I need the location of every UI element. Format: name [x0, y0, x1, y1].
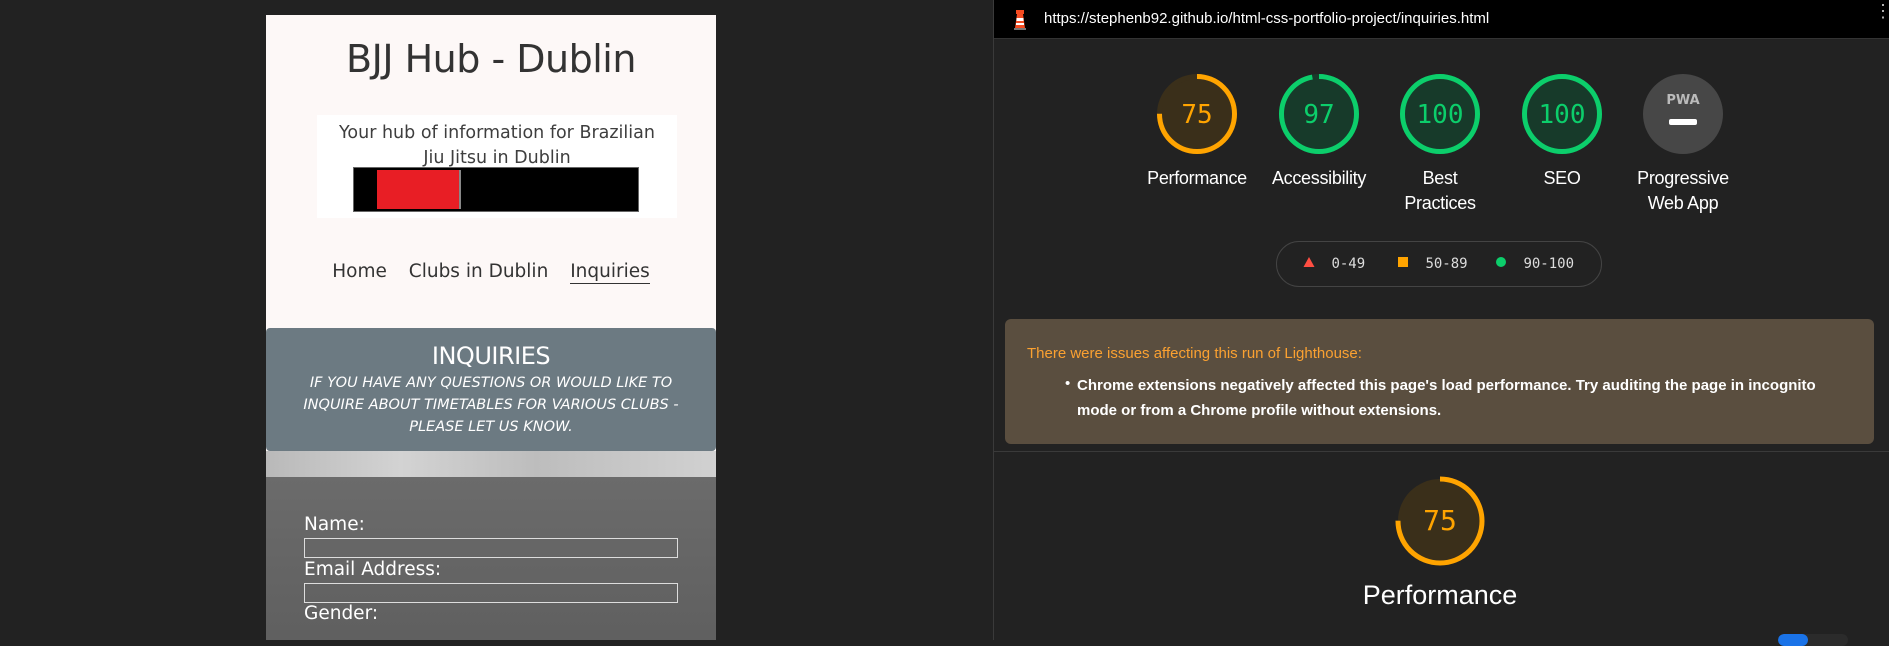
legend-fail-label: 0-49 — [1331, 256, 1366, 272]
panel-divider — [993, 0, 994, 640]
site-tagline: Your hub of information for Brazilian Ji… — [339, 123, 655, 168]
gauge-best-practices[interactable]: 100 Best Practices — [1370, 72, 1510, 216]
triangle-icon — [1303, 257, 1315, 267]
legend-fail: 0-49 — [1303, 256, 1365, 272]
belt-graphic — [353, 167, 639, 212]
gauge-label: SEO — [1543, 168, 1581, 188]
name-input[interactable] — [304, 538, 678, 558]
lighthouse-icon — [1014, 10, 1026, 30]
email-label: Email Address: — [304, 559, 442, 580]
gauge-seo[interactable]: 100 SEO — [1492, 72, 1632, 191]
gauge-pwa[interactable]: PWA Progressive Web App — [1613, 72, 1753, 216]
more-options-icon[interactable]: ⋮ — [1874, 2, 1889, 20]
gauge-score: 75 — [1181, 100, 1212, 130]
pwa-badge-icon: PWA — [1643, 74, 1723, 154]
performance-heading: Performance — [1362, 580, 1518, 610]
gauge-ring: 100 — [1400, 74, 1480, 154]
gauge-label: Best Practices — [1404, 168, 1476, 213]
legend-average-label: 50-89 — [1425, 256, 1468, 272]
pwa-text: PWA — [1666, 93, 1699, 108]
run-warning: There were issues affecting this run of … — [1005, 319, 1874, 444]
report-topbar: https://stephenb92.github.io/html-css-po… — [994, 0, 1889, 39]
nav-clubs[interactable]: Clubs in Dublin — [409, 261, 549, 282]
legend-pass-label: 90-100 — [1523, 256, 1575, 272]
gauge-score: 97 — [1303, 100, 1334, 130]
scroll-button[interactable] — [1778, 634, 1848, 646]
report-url[interactable]: https://stephenb92.github.io/html-css-po… — [1044, 10, 1489, 27]
banner-title: INQUIRIES — [431, 342, 551, 370]
inquiry-form: Name: Email Address: Gender: — [266, 477, 716, 640]
gauge-ring: 100 — [1522, 74, 1602, 154]
nav-home[interactable]: Home — [332, 261, 387, 282]
score-legend: 0-49 50-89 90-100 — [1276, 241, 1602, 287]
gauge-score: 100 — [1417, 100, 1464, 130]
legend-average: 50-89 — [1397, 256, 1468, 272]
performance-score: 75 — [1423, 504, 1457, 537]
banner-text: If you have any questions or would like … — [303, 375, 679, 435]
email-input[interactable] — [304, 583, 678, 603]
gauge-score: 100 — [1539, 100, 1586, 130]
gauge-accessibility[interactable]: 97 Accessibility — [1249, 72, 1389, 191]
gauge-ring: 97 — [1279, 74, 1359, 154]
site-title: BJJ Hub - Dublin — [346, 37, 636, 81]
gauge-label: Accessibility — [1271, 168, 1367, 188]
gauge-label: Performance — [1147, 168, 1247, 188]
square-icon — [1398, 257, 1408, 267]
section-divider — [994, 451, 1889, 452]
hero-logo: Your hub of information for Brazilian Ji… — [317, 115, 677, 218]
site-nav: Home Clubs in Dublin Inquiries — [266, 261, 716, 284]
background-image — [266, 451, 716, 477]
warning-title: There were issues affecting this run of … — [1027, 345, 1362, 362]
bullet-icon: • — [1065, 375, 1071, 392]
gauge-ring: 75 — [1157, 74, 1237, 154]
performance-gauge: 75 — [1395, 476, 1485, 566]
legend-pass: 90-100 — [1495, 256, 1574, 272]
site-preview: BJJ Hub - Dublin Your hub of information… — [266, 15, 716, 640]
inquiries-banner: INQUIRIES If you have any questions or w… — [266, 328, 716, 451]
gauge-performance[interactable]: 75 Performance — [1127, 72, 1267, 191]
nav-inquiries[interactable]: Inquiries — [570, 261, 650, 284]
circle-icon — [1496, 257, 1506, 267]
gauge-label: Progressive Web App — [1637, 168, 1729, 213]
warning-item: Chrome extensions negatively affected th… — [1077, 377, 1816, 419]
gender-label: Gender: — [304, 603, 379, 624]
name-label: Name: — [304, 514, 365, 535]
belt-stripe — [377, 170, 461, 209]
